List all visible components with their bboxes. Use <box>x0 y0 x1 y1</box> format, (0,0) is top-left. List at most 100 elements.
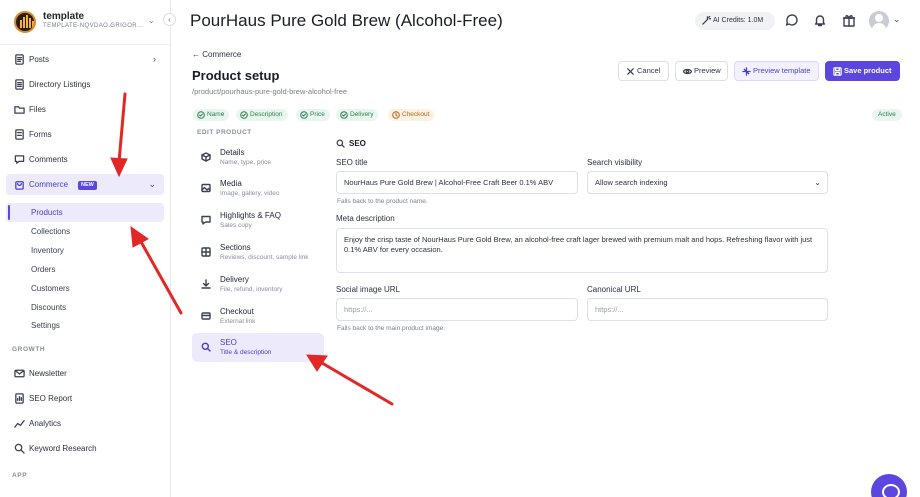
step-title: Delivery <box>220 275 249 284</box>
sidebar-subitem-settings[interactable]: Settings <box>6 316 164 335</box>
meta-description-textarea[interactable]: Enjoy the crisp taste of NourHaus Pure G… <box>336 228 828 273</box>
sidebar-item-directory-listings[interactable]: Directory Listings <box>6 74 164 95</box>
step-subtitle: External link <box>220 318 256 325</box>
back-to-commerce-link[interactable]: ← Commerce <box>192 50 241 59</box>
step-highlights-faq[interactable]: Highlights & FAQ Sales copy <box>192 206 324 235</box>
search-icon <box>14 443 25 454</box>
sidebar-subitem-customers[interactable]: Customers <box>6 279 164 298</box>
check-circle-icon <box>300 111 308 119</box>
sidebar-item-keyword-research[interactable]: Keyword Research <box>6 438 164 459</box>
sidebar-subitem-label: Discounts <box>31 303 67 312</box>
message-icon <box>201 215 211 225</box>
status-chip-name: Name <box>193 109 230 121</box>
box-icon <box>201 152 211 162</box>
status-chip-checkout: Checkout <box>388 109 435 121</box>
form-icon <box>15 129 24 140</box>
section-heading-growth: GROWTH <box>12 346 46 353</box>
seo-title-hint: Falls back to the product name. <box>337 198 428 205</box>
sidebar-subitem-label: Customers <box>31 284 70 293</box>
step-title: Details <box>220 148 245 157</box>
image-icon <box>201 183 211 193</box>
status-chip-price: Price <box>296 109 330 121</box>
avatar[interactable] <box>869 11 889 31</box>
shopping-bag-icon <box>15 181 24 190</box>
step-delivery[interactable]: Delivery File, refund, inventory <box>192 270 324 299</box>
chevron-down-icon: ⌄ <box>814 178 821 187</box>
social-image-hint: Falls back to the main product image. <box>337 325 446 332</box>
sidebar-item-analytics[interactable]: Analytics <box>6 413 164 434</box>
step-subtitle: File, refund, inventory <box>220 286 283 293</box>
seo-title-input[interactable]: NourHaus Pure Gold Brew | Alcohol-Free C… <box>336 171 578 194</box>
step-seo[interactable]: SEO Title & description <box>192 333 324 362</box>
sidebar-item-newsletter[interactable]: Newsletter <box>6 363 164 384</box>
chevron-down-icon[interactable]: ⌄ <box>893 14 901 25</box>
credit-card-icon <box>201 312 211 320</box>
meta-description-label: Meta description <box>336 214 395 223</box>
close-icon <box>627 68 634 75</box>
list-document-icon <box>15 79 24 90</box>
new-badge: NEW <box>78 181 97 190</box>
sidebar-item-label: Comments <box>29 155 68 164</box>
sidebar-item-label: Directory Listings <box>29 80 91 89</box>
step-title: Highlights & FAQ <box>220 211 281 220</box>
ai-credits-pill[interactable]: AI Credits: 1.0M <box>695 12 775 30</box>
social-image-url-input[interactable]: https://... <box>336 298 578 321</box>
save-button-label: Save product <box>844 66 892 75</box>
sidebar-subitem-orders[interactable]: Orders <box>6 260 164 279</box>
sidebar-item-forms[interactable]: Forms <box>6 124 164 145</box>
canonical-url-input[interactable]: https://... <box>587 298 828 321</box>
check-circle-icon <box>197 111 205 119</box>
chip-label: Checkout <box>402 111 430 118</box>
active-indicator <box>8 205 10 220</box>
cancel-button[interactable]: Cancel <box>618 61 669 81</box>
gift-icon[interactable] <box>842 13 856 27</box>
canonical-url-label: Canonical URL <box>587 285 641 294</box>
search-visibility-select[interactable]: Allow search indexing ⌄ <box>587 171 828 194</box>
document-icon <box>15 54 24 65</box>
preview-button[interactable]: Preview <box>675 61 728 81</box>
bell-icon[interactable] <box>813 13 827 27</box>
collapse-sidebar-button[interactable]: ‹ <box>163 13 176 26</box>
sidebar-item-commerce[interactable]: Commerce NEW ⌄ <box>6 174 164 195</box>
product-path: /product/pourhaus-pure-gold-brew-alcohol… <box>192 87 348 96</box>
sidebar-item-label: Commerce <box>29 180 69 189</box>
product-title: PourHaus Pure Gold Brew (Alcohol-Free) <box>190 11 503 30</box>
sidebar-item-comments[interactable]: Comments <box>6 149 164 170</box>
preview-template-button[interactable]: Preview template <box>734 61 819 81</box>
sidebar-item-posts[interactable]: Posts › <box>6 49 164 70</box>
step-details[interactable]: Details Name, type, price <box>192 143 324 172</box>
step-subtitle: Reviews, discount, sample link <box>220 254 309 261</box>
folder-icon <box>14 106 25 114</box>
sidebar-subitem-label: Products <box>31 208 63 217</box>
cancel-button-label: Cancel <box>637 66 661 75</box>
sidebar-subitem-collections[interactable]: Collections <box>6 222 164 241</box>
workspace-switcher[interactable]: template TEMPLATE-NQVDAO.GRIGOR... ⌄ <box>14 10 164 34</box>
check-circle-icon <box>340 111 348 119</box>
report-icon <box>15 393 24 404</box>
save-product-button[interactable]: Save product <box>825 61 900 81</box>
status-chip-description: Description <box>236 109 288 121</box>
save-icon <box>833 67 842 76</box>
eye-icon <box>683 68 692 75</box>
search-visibility-label: Search visibility <box>587 158 643 167</box>
chip-label: Delivery <box>350 111 374 118</box>
page-title: Product setup <box>192 68 280 83</box>
sidebar-subitem-inventory[interactable]: Inventory <box>6 241 164 260</box>
step-subtitle: Image, gallery, video <box>220 190 280 197</box>
sidebar-item-files[interactable]: Files <box>6 99 164 120</box>
sidebar-subitem-products[interactable]: Products <box>6 203 164 222</box>
step-media[interactable]: Media Image, gallery, video <box>192 174 324 203</box>
sidebar-item-seo-report[interactable]: SEO Report <box>6 388 164 409</box>
analytics-icon <box>14 420 25 428</box>
mail-icon <box>14 369 25 378</box>
sparkle-icon <box>742 67 751 76</box>
chip-label: Description <box>250 111 283 118</box>
sidebar-subitem-discounts[interactable]: Discounts <box>6 298 164 317</box>
sidebar-subitem-label: Inventory <box>31 246 64 255</box>
support-chat-button[interactable] <box>871 474 907 497</box>
sections-icon <box>201 247 211 257</box>
step-sections[interactable]: Sections Reviews, discount, sample link <box>192 238 324 267</box>
sidebar-item-label: Keyword Research <box>29 444 97 453</box>
step-checkout[interactable]: Checkout External link <box>192 302 324 331</box>
chat-icon[interactable] <box>785 13 799 27</box>
